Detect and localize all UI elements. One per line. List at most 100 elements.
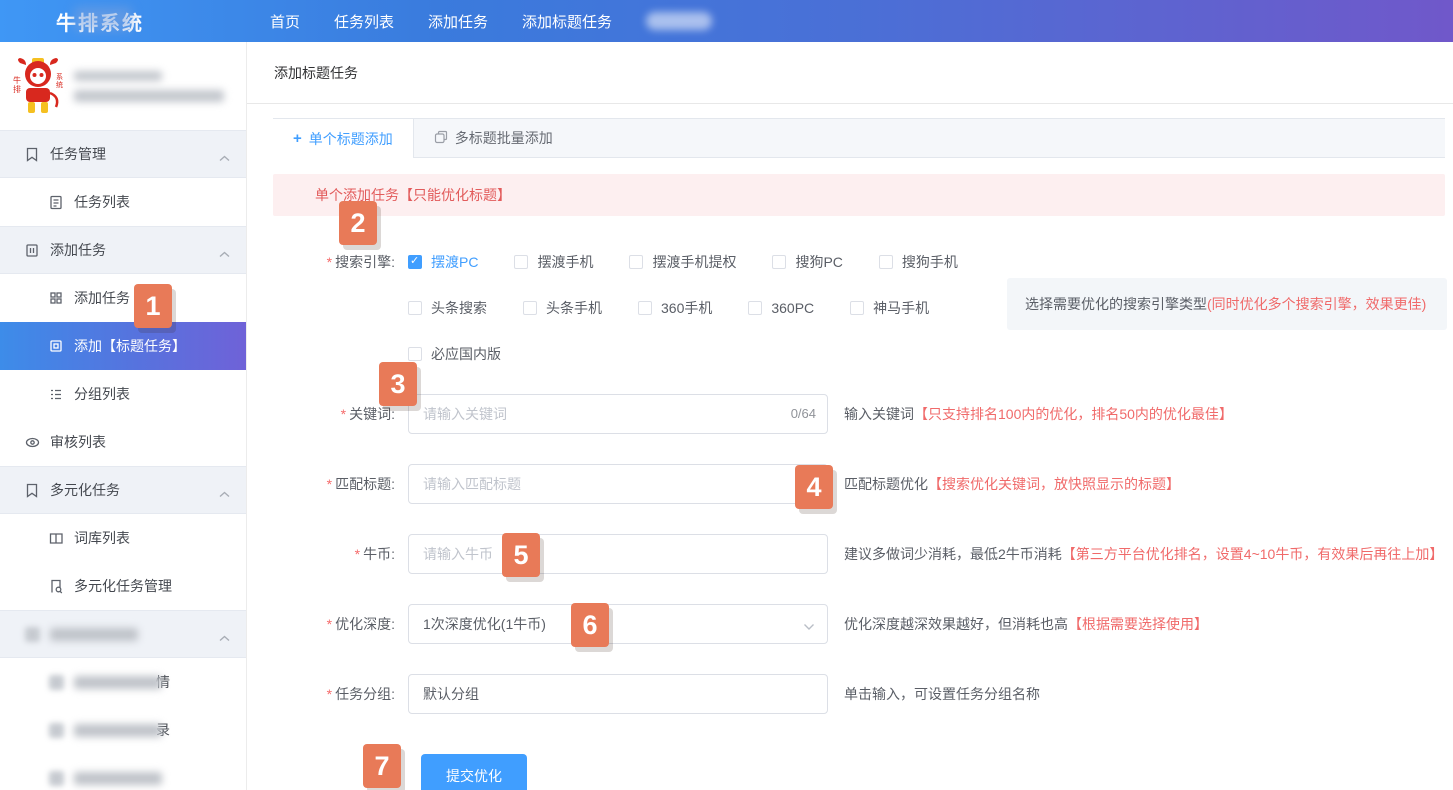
field-label-keyword: *关键词: — [273, 404, 408, 424]
sidebar-item-label: 分组列表 — [74, 384, 130, 404]
form-row-match-title: *匹配标题: 匹配标题优化【搜索优化关键词，放快照显示的标题】 — [273, 464, 1445, 504]
field-label-niu-coin: *牛币: — [273, 544, 408, 564]
sidebar-item-blurred-3[interactable] — [0, 754, 246, 790]
grid-icon — [24, 242, 40, 258]
user-name-blur — [74, 71, 162, 81]
sidebar-item-label: 任务列表 — [74, 192, 130, 212]
nav-item-add-task[interactable]: 添加任务 — [428, 11, 488, 32]
user-id-blur — [74, 90, 224, 102]
copy-stack-icon — [434, 130, 448, 147]
sidebar-item-blurred-2[interactable]: 录 — [0, 706, 246, 754]
blurred-icon — [24, 626, 40, 642]
nav-item-home[interactable]: 首页 — [270, 11, 300, 32]
task-group-input[interactable] — [408, 674, 828, 714]
blurred-item-label — [74, 772, 162, 785]
sidebar-item-blurred-1[interactable]: 情 — [0, 658, 246, 706]
step-badge-3: 3 — [379, 362, 417, 406]
sidebar-section-add-task[interactable]: 添加任务 — [0, 226, 246, 274]
niu-coin-input[interactable] — [408, 534, 828, 574]
checkbox-baidu-mobile[interactable]: 摆渡手机 — [514, 252, 593, 272]
open-book-icon — [48, 530, 64, 546]
field-label-depth: *优化深度: — [273, 614, 408, 634]
engine-hint-box: 选择需要优化的搜索引擎类型(同时优化多个搜索引擎，效果更佳) — [1007, 278, 1447, 330]
chevron-up-icon — [219, 629, 230, 645]
checkbox-icon — [523, 301, 537, 315]
sidebar-item-add-title-task[interactable]: 添加【标题任务】 — [0, 322, 246, 370]
tab-batch-title-add[interactable]: 多标题批量添加 — [414, 119, 573, 157]
content-area: + 单个标题添加 多标题批量添加 单个添加任务【只能优化标题】 *搜索引擎: 摆… — [247, 104, 1453, 790]
sidebar-item-task-list[interactable]: 任务列表 — [0, 178, 246, 226]
keyword-hint: 输入关键词【只支持排名100内的优化，排名50内的优化最佳】 — [844, 404, 1233, 424]
page: 牛排系统 首页 任务列表 添加任务 添加标题任务 — [0, 0, 1453, 790]
required-asterisk: * — [341, 406, 346, 422]
required-asterisk: * — [327, 254, 332, 270]
checkbox-icon — [629, 255, 643, 269]
sidebar-item-label: 添加任务 — [74, 288, 130, 308]
sidebar-item-word-library[interactable]: 词库列表 — [0, 514, 246, 562]
checkbox-icon — [514, 255, 528, 269]
field-label-match-title: *匹配标题: — [273, 474, 408, 494]
char-counter: 0/64 — [791, 406, 816, 421]
top-nav-menu: 首页 任务列表 添加任务 添加标题任务 — [270, 11, 712, 32]
match-title-input[interactable] — [408, 464, 828, 504]
checkbox-toutiao-search[interactable]: 头条搜索 — [408, 298, 487, 318]
submit-row: 提交优化 — [421, 754, 1445, 790]
sidebar-item-add-task[interactable]: 添加任务 — [0, 274, 246, 322]
logo-blur-patch — [74, 7, 132, 31]
sidebar-item-label: 词库列表 — [74, 528, 130, 548]
submit-optimize-button[interactable]: 提交优化 — [421, 754, 527, 790]
checkbox-sogou-mobile[interactable]: 搜狗手机 — [879, 252, 958, 272]
checkbox-icon — [850, 301, 864, 315]
engine-checkbox-grid: 摆渡PC 摆渡手机 摆渡手机提权 搜狗PC 搜狗手机 头条搜索 头条手机 360… — [408, 250, 994, 364]
checkbox-icon — [879, 255, 893, 269]
checkbox-360-mobile[interactable]: 360手机 — [638, 298, 712, 318]
form-row-task-group: *任务分组: 单击输入，可设置任务分组名称 — [273, 674, 1445, 714]
add-title-task-form: *搜索引擎: 摆渡PC 摆渡手机 摆渡手机提权 搜狗PC 搜狗手机 头条搜索 头… — [273, 250, 1445, 790]
task-group-hint: 单击输入，可设置任务分组名称 — [844, 684, 1040, 704]
breadcrumb: 添加标题任务 — [247, 42, 1453, 104]
warning-banner: 单个添加任务【只能优化标题】 — [273, 174, 1445, 216]
step-badge-4: 4 — [795, 465, 833, 509]
step-badge-6: 6 — [571, 603, 609, 647]
depth-select[interactable]: 1次深度优化(1牛币) — [408, 604, 828, 644]
chevron-down-icon — [803, 618, 815, 634]
bull-mascot-logo: 牛 排 系 统 — [12, 57, 64, 115]
form-row-depth: *优化深度: 1次深度优化(1牛币) 优化深度越深效果越好，但消耗也高【根据需要… — [273, 604, 1445, 644]
sidebar-section-diverse-tasks[interactable]: 多元化任务 — [0, 466, 246, 514]
depth-hint: 优化深度越深效果越好，但消耗也高【根据需要选择使用】 — [844, 614, 1208, 634]
blurred-icon — [48, 770, 64, 786]
checkbox-360-pc[interactable]: 360PC — [748, 300, 814, 316]
nav-item-task-list[interactable]: 任务列表 — [334, 11, 394, 32]
step-badge-5: 5 — [502, 533, 540, 577]
checkbox-toutiao-mobile[interactable]: 头条手机 — [523, 298, 602, 318]
keyword-input[interactable] — [408, 394, 828, 434]
document-list-icon — [48, 194, 64, 210]
nested-square-icon — [48, 338, 64, 354]
niu-coin-hint: 建议多做词少消耗，最低2牛币消耗【第三方平台优化排名，设置4~10牛币，有效果后… — [844, 544, 1443, 564]
main-content: 添加标题任务 + 单个标题添加 多标题批量添加 单个添加任务【只能优化标题】 *… — [247, 42, 1453, 790]
checkbox-icon — [772, 255, 786, 269]
sidebar-item-review-list[interactable]: 审核列表 — [0, 418, 246, 466]
user-card: 牛 排 系 统 — [0, 42, 246, 130]
user-info-blurred — [74, 71, 224, 102]
bookmark-icon — [24, 482, 40, 498]
form-row-search-engine: *搜索引擎: 摆渡PC 摆渡手机 摆渡手机提权 搜狗PC 搜狗手机 头条搜索 头… — [273, 250, 1445, 364]
sidebar-section-task-management[interactable]: 任务管理 — [0, 130, 246, 178]
checkbox-bing-cn[interactable]: 必应国内版 — [408, 344, 501, 364]
list-icon — [48, 386, 64, 402]
tab-single-title-add[interactable]: + 单个标题添加 — [273, 119, 414, 158]
nav-item-add-title-task[interactable]: 添加标题任务 — [522, 11, 612, 32]
sidebar-section-blurred[interactable] — [0, 610, 246, 658]
checkbox-shenma-mobile[interactable]: 神马手机 — [850, 298, 929, 318]
sidebar-section-label: 多元化任务 — [50, 480, 120, 500]
checkbox-baidu-pc[interactable]: 摆渡PC — [408, 252, 478, 272]
sidebar-item-group-list[interactable]: 分组列表 — [0, 370, 246, 418]
sidebar-item-diverse-task-management[interactable]: 多元化任务管理 — [0, 562, 246, 610]
checkbox-sogou-pc[interactable]: 搜狗PC — [772, 252, 842, 272]
svg-text:系: 系 — [56, 72, 63, 81]
chevron-up-icon — [219, 149, 230, 165]
checkbox-icon — [638, 301, 652, 315]
match-title-hint: 匹配标题优化【搜索优化关键词，放快照显示的标题】 — [844, 474, 1180, 494]
nav-blurred-chip[interactable] — [646, 12, 712, 30]
checkbox-baidu-mobile-tq[interactable]: 摆渡手机提权 — [629, 252, 736, 272]
